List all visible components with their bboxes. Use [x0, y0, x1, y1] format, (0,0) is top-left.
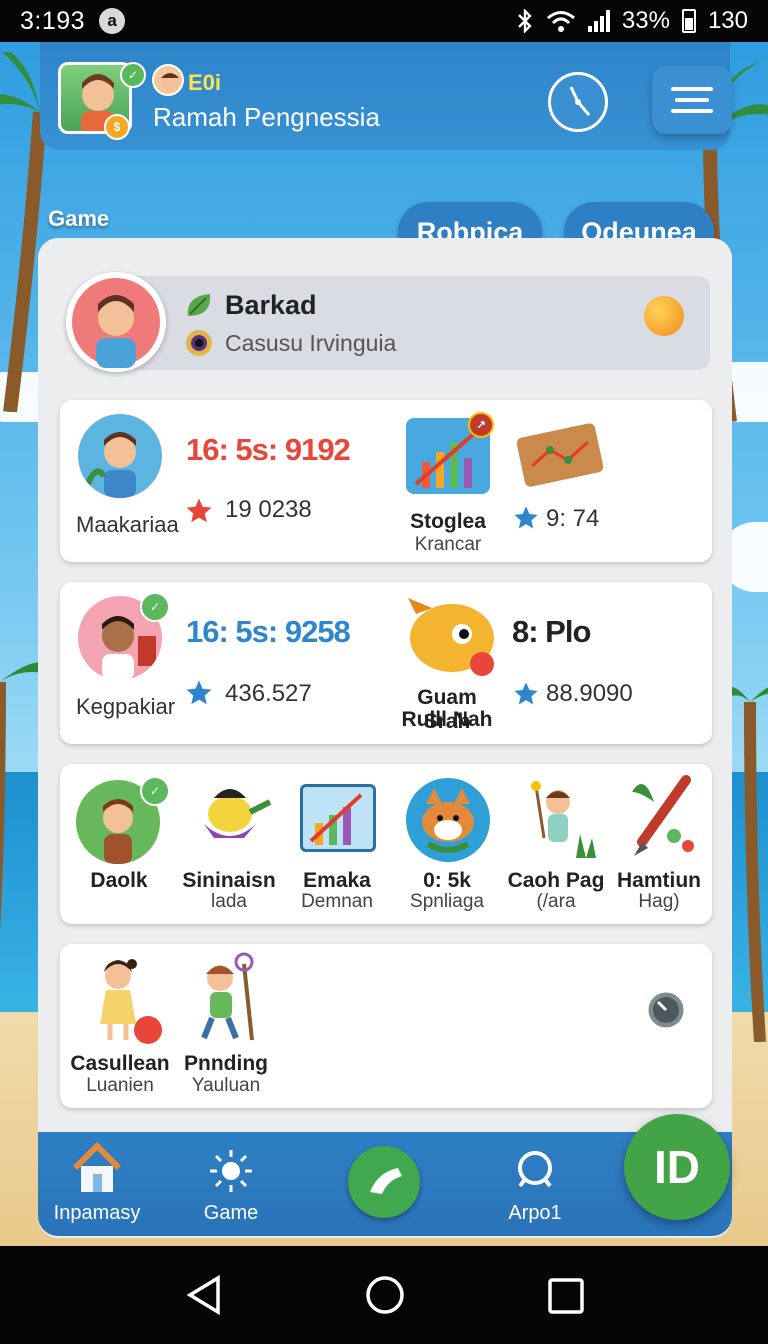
- battery-percent: 33%: [621, 7, 670, 34]
- player-label: Maakariaa: [76, 512, 179, 537]
- verified-badge-icon: ✓: [140, 592, 170, 622]
- item-stat: 9: 74: [546, 505, 600, 532]
- section-label: Game: [48, 206, 110, 231]
- profile-subtitle: Casusu Irvinguia: [225, 330, 397, 356]
- eye-icon: [186, 330, 212, 356]
- stat-value: 436.527: [225, 680, 312, 707]
- item-title: Casullean: [70, 1052, 170, 1075]
- verified-badge-icon: ✓: [140, 776, 170, 806]
- verified-badge-icon: ✓: [120, 62, 146, 88]
- growth-chart-icon[interactable]: [300, 784, 376, 852]
- leaf-icon: [187, 294, 211, 316]
- boy-staff-icon[interactable]: [186, 950, 266, 1046]
- item-subtitle: Hag): [638, 891, 680, 912]
- recents-icon[interactable]: [546, 1276, 586, 1316]
- status-extra: 130: [707, 7, 748, 34]
- system-navigation-bar: [0, 1246, 768, 1344]
- flying-character-icon[interactable]: [184, 772, 276, 860]
- item-subtitle: Demnan: [301, 891, 373, 912]
- timer-icon[interactable]: [644, 988, 688, 1032]
- star-icon: [514, 682, 538, 705]
- item-title: Pnnding: [184, 1052, 268, 1075]
- star-icon: [186, 498, 212, 523]
- item-stat: 88.9090: [546, 680, 633, 707]
- user-name: Ramah Pengnessia: [153, 102, 380, 132]
- coin-badge-icon: $: [104, 114, 130, 140]
- score-value: 16: 5s: 9192: [186, 432, 351, 467]
- item-title: Stoglea: [410, 510, 486, 533]
- profile-strip[interactable]: [88, 276, 710, 370]
- id-fab-button[interactable]: ID: [624, 1114, 730, 1220]
- user-code: E0i: [188, 70, 222, 95]
- bluetooth-icon: [518, 9, 532, 33]
- home-circle-icon[interactable]: [364, 1274, 406, 1316]
- item-subtitle: Spnliaga: [410, 891, 484, 912]
- mini-avatar: [152, 64, 184, 96]
- sun-icon: [210, 1150, 252, 1192]
- call-button[interactable]: [348, 1146, 420, 1218]
- player-label: Kegpakiar: [76, 694, 176, 719]
- item-title: Hamtiun: [617, 869, 701, 892]
- back-icon[interactable]: [184, 1274, 224, 1316]
- star-icon: [514, 506, 538, 529]
- girl-character-icon[interactable]: [80, 954, 166, 1046]
- item-subtitle: Yauluan: [191, 1075, 261, 1096]
- item-subtitle: (/ara: [536, 891, 576, 912]
- signal-icon: [587, 10, 610, 32]
- clock-icon: [569, 86, 591, 116]
- menu-button[interactable]: [652, 66, 732, 134]
- status-bar: 3:193 a 33% 130: [0, 0, 768, 42]
- fish-icon: [408, 598, 494, 676]
- notification-icon: a: [99, 8, 126, 34]
- profile-avatar[interactable]: [66, 272, 166, 372]
- kid-wand-icon[interactable]: [514, 778, 604, 862]
- status-icons: 33% 130: [516, 7, 748, 35]
- paint-brush-icon[interactable]: [624, 772, 704, 860]
- home-icon: [72, 1141, 122, 1192]
- orb-icon[interactable]: [644, 296, 684, 336]
- player-avatar: [78, 414, 162, 498]
- battery-icon: [681, 9, 696, 33]
- item-title: Sininaisn: [182, 869, 276, 892]
- nav-item-home[interactable]: Inpamasy: [52, 1140, 142, 1225]
- item-subtitle: Luanien: [86, 1075, 154, 1096]
- item-title: Daolk: [90, 869, 148, 892]
- clock-button[interactable]: [548, 72, 608, 132]
- star-icon: [186, 680, 212, 705]
- nav-item-profile[interactable]: Arpo1: [490, 1146, 580, 1225]
- map-board-icon: [516, 423, 604, 487]
- item-subtitle: lada: [211, 891, 247, 912]
- nav-label: Arpo1: [508, 1202, 562, 1224]
- item-subtitle: Krancar: [414, 534, 482, 555]
- item-title: Emaka: [303, 869, 371, 892]
- trend-badge-icon: ↗: [468, 412, 494, 438]
- app-header: [40, 42, 730, 150]
- user-icon: [518, 1151, 552, 1188]
- item-title: Caoh Pag: [507, 869, 605, 892]
- big-label: 8: Plo: [512, 614, 591, 649]
- stat-value: 19 0238: [225, 496, 312, 523]
- nav-label: Game: [203, 1202, 259, 1224]
- nav-item-game[interactable]: Game: [186, 1146, 276, 1225]
- item-title-line2: Rulll Nah: [401, 708, 493, 731]
- wifi-icon: [546, 11, 575, 32]
- nav-label: Inpamasy: [53, 1202, 141, 1224]
- item-title: 0: 5k: [423, 869, 471, 892]
- fox-icon[interactable]: [406, 778, 490, 862]
- status-time: 3:193: [20, 6, 86, 35]
- phone-icon: [370, 1168, 402, 1194]
- profile-name: Barkad: [225, 290, 317, 320]
- score-value: 16: 5s: 9258: [186, 614, 351, 649]
